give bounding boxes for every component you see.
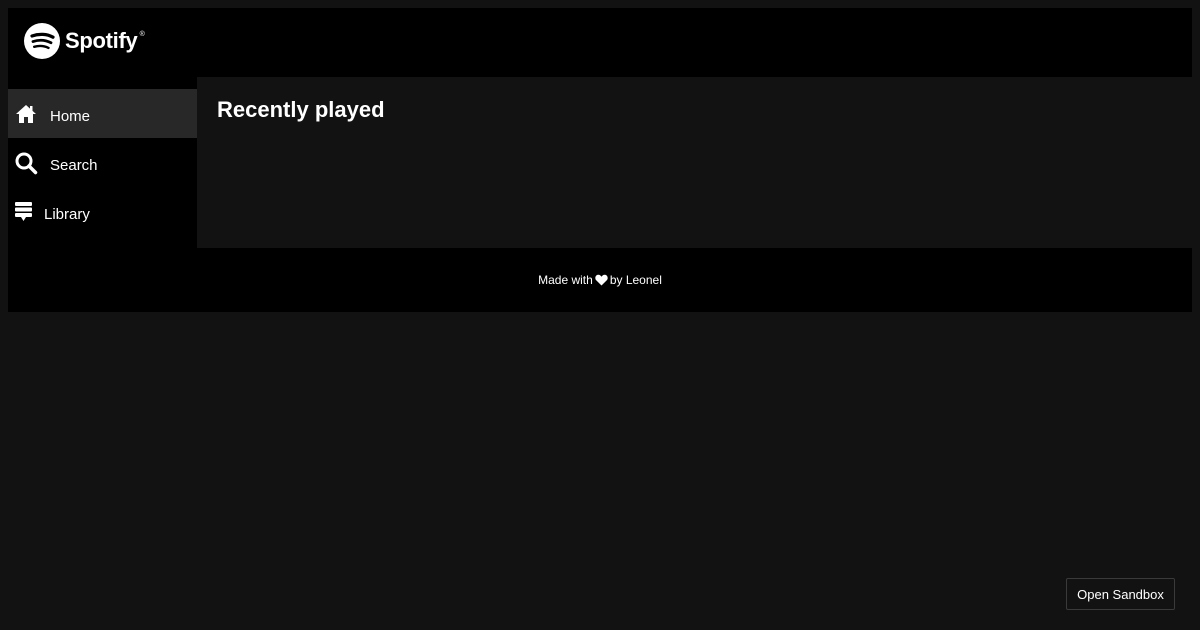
search-icon (14, 151, 38, 175)
sidebar-item-label: Library (44, 206, 90, 223)
sidebar-item-library[interactable]: Library (8, 187, 197, 236)
sidebar-item-search[interactable]: Search (8, 138, 197, 187)
page-title: Recently played (217, 97, 385, 122)
brand-name: Spotify ® (65, 28, 145, 53)
sidebar-item-label: Home (50, 108, 91, 125)
trademark-mark: ® (139, 31, 145, 38)
sidebar-item-label: Search (50, 157, 98, 174)
top-bar: Spotify ® (8, 8, 1192, 77)
heart-icon (595, 274, 608, 286)
footer: Made with by Leonel (8, 248, 1192, 312)
footer-prefix: Made with (538, 273, 593, 287)
sidebar-item-home[interactable]: Home (8, 89, 197, 138)
library-icon (14, 200, 38, 224)
spotify-logo-icon (24, 23, 60, 59)
open-sandbox-button[interactable]: Open Sandbox (1066, 578, 1175, 610)
sidebar: Home Search Library (8, 77, 197, 248)
sidebar-nav: Home Search Library (8, 77, 197, 236)
home-icon (14, 102, 38, 126)
app-frame: Spotify ® Home Search Library Recently p… (8, 8, 1192, 312)
footer-suffix: by Leonel (609, 273, 662, 287)
spotify-logo[interactable]: Spotify ® (24, 23, 145, 59)
main-content: Recently played (197, 77, 1192, 248)
